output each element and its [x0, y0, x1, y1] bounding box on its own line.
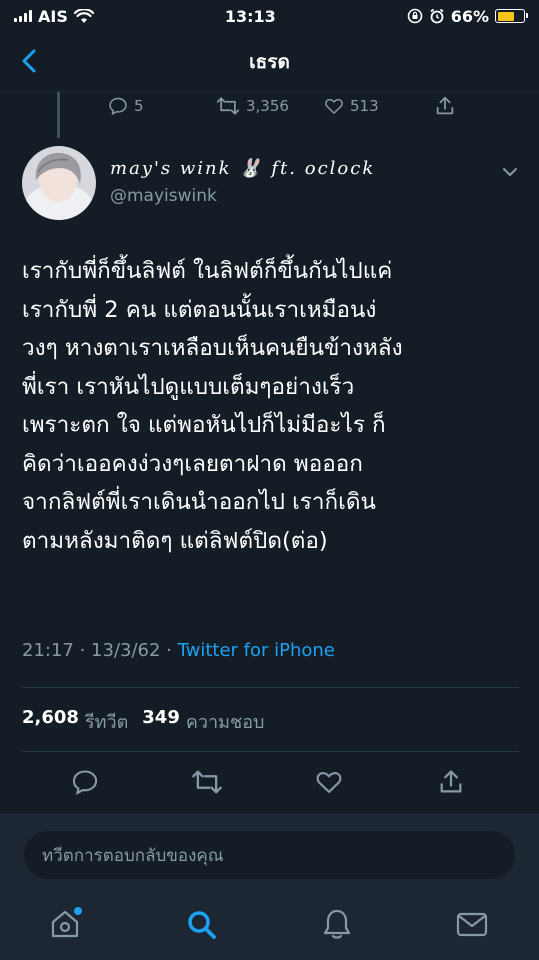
tweet-timestamp: 21:17 · 13/3/62 ·: [22, 640, 178, 661]
battery-fill: [497, 11, 514, 21]
reply-placeholder: ทวีตการตอบกลับของคุณ: [42, 845, 224, 866]
like-icon[interactable]: [315, 768, 343, 796]
previous-like-action[interactable]: 513: [324, 96, 379, 116]
share-icon: [436, 96, 454, 115]
previous-tweet-actions: 5 3,356 513: [108, 92, 468, 120]
previous-retweet-action[interactable]: 3,356: [216, 96, 289, 116]
tweet-line: คิดว่าเออคงง่วงๆเลยตาฝาด พอออก: [22, 450, 363, 477]
tweet-line: เรากับพี่ก็ขึ้นลิฟต์ ในลิฟต์ก็ขึ้นกันไปแ…: [22, 258, 393, 284]
battery-percent: 66%: [450, 6, 489, 26]
messages-icon[interactable]: [455, 907, 489, 941]
previous-reply-action[interactable]: 5: [108, 96, 144, 116]
retweet-count[interactable]: 2,608: [22, 707, 79, 736]
reply-icon: [109, 97, 127, 116]
share-icon[interactable]: [437, 768, 465, 796]
tweet-line: เรากับพี่ 2 คน แต่ตอนนั้นเราเหมือนง่: [22, 296, 377, 323]
status-right: 66%: [407, 6, 528, 26]
bottom-area: ทวีตการตอบกลับของคุณ: [0, 814, 539, 960]
divider: [22, 751, 519, 752]
chevron-down-icon[interactable]: [500, 162, 520, 182]
tweet-meta: 21:17 · 13/3/62 · Twitter for iPhone: [22, 640, 335, 661]
author-name[interactable]: may's wink 🐰 ft. oclock: [110, 158, 375, 179]
home-notification-dot: [74, 907, 82, 915]
notifications-icon[interactable]: [320, 907, 354, 941]
previous-share-action[interactable]: [434, 95, 456, 117]
divider: [22, 687, 519, 688]
status-bar: AIS 13:13 66%: [0, 0, 539, 32]
previous-retweet-count: 3,356: [246, 97, 289, 115]
alarm-icon: [430, 8, 444, 24]
retweet-icon: [216, 97, 240, 115]
tweet-line: วงๆ หางตาเราเหลือบเห็นคนยืนข้างหลัง: [22, 335, 403, 361]
signal-icon: [14, 10, 32, 22]
clock: 13:13: [224, 6, 276, 26]
tweet-line: ตามหลังมาติดๆ แต่ลิฟต์ปิด(ต่อ): [22, 527, 328, 554]
tweet-line: พี่เรา เราหันไปดูแบบเต็มๆอย่างเร็ว: [22, 373, 355, 400]
like-count[interactable]: 349: [142, 707, 180, 736]
previous-like-count: 513: [350, 97, 379, 115]
wifi-icon: [73, 8, 94, 23]
like-label[interactable]: ความชอบ: [186, 707, 265, 736]
tweet-text: เรากับพี่ก็ขึ้นลิฟต์ ในลิฟต์ก็ขึ้นกันไปแ…: [22, 252, 522, 560]
previous-reply-count: 5: [134, 97, 144, 115]
nav-bar: เธรด: [0, 32, 539, 92]
tweet-line: เพราะตก ใจ แต่พอหันไปก็ไม่มีอะไร ก็: [22, 412, 386, 438]
reply-icon[interactable]: [71, 768, 99, 796]
reply-input[interactable]: ทวีตการตอบกลับของคุณ: [24, 831, 515, 879]
back-arrow-icon[interactable]: [16, 46, 46, 76]
lock-rotation-icon: [407, 8, 423, 24]
like-icon: [325, 98, 343, 114]
avatar[interactable]: [22, 146, 96, 220]
retweet-icon[interactable]: [191, 768, 223, 796]
tweet-source-link[interactable]: Twitter for iPhone: [178, 640, 335, 661]
carrier-label: AIS: [38, 6, 68, 26]
battery-icon: [495, 9, 528, 23]
page-title: เธรด: [249, 50, 290, 73]
status-left: AIS: [14, 7, 94, 26]
search-icon[interactable]: [184, 907, 218, 941]
tab-bar: [0, 903, 539, 949]
author-handle[interactable]: @mayiswink: [110, 186, 217, 206]
thread-connector-line: [57, 92, 60, 138]
tweet-stats: 2,608 รีทวีต 349 ความชอบ: [22, 707, 264, 736]
tweet-header: may's wink 🐰 ft. oclock @mayiswink: [22, 146, 522, 226]
tweet-line: จากลิฟต์พี่เราเดินนำออกไป เราก็เดิน: [22, 489, 376, 515]
retweet-label[interactable]: รีทวีต: [85, 707, 128, 736]
tweet-actions: [0, 762, 539, 802]
